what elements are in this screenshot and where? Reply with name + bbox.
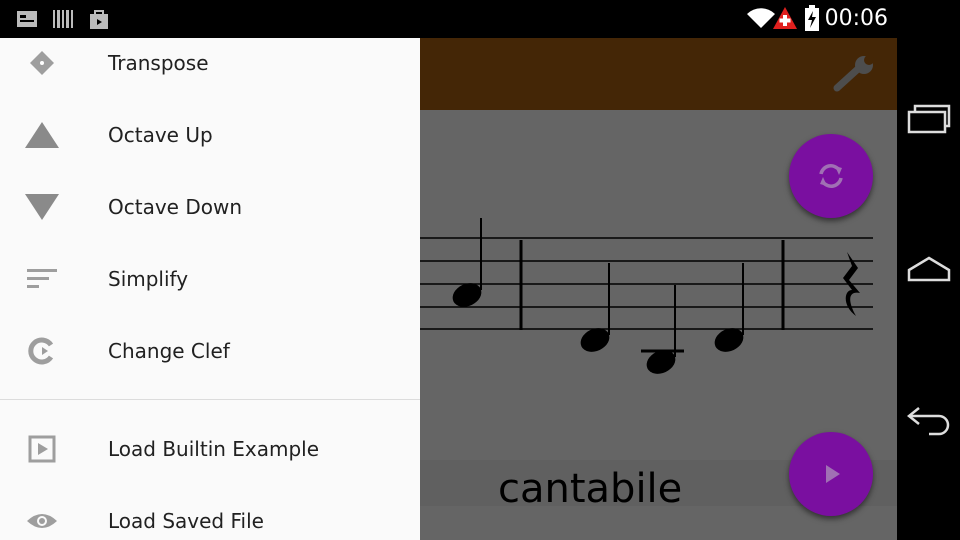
menu-item-label: Load Builtin Example xyxy=(108,437,320,461)
play-box-icon xyxy=(22,429,62,469)
transpose-icon xyxy=(22,43,62,83)
battery-icon xyxy=(805,5,819,31)
simplify-icon xyxy=(22,259,62,299)
navigation-drawer: Transpose Octave Up Octave Down Simplify… xyxy=(0,38,420,540)
menu-item-label: Octave Up xyxy=(108,123,213,147)
menu-item-load-saved-file[interactable]: Load Saved File xyxy=(0,485,420,540)
menu-item-octave-down[interactable]: Octave Down xyxy=(0,171,420,243)
home-icon[interactable] xyxy=(905,252,953,286)
menu-item-label: Simplify xyxy=(108,267,189,291)
divider xyxy=(0,399,420,400)
triangle-down-icon xyxy=(22,187,62,227)
status-bar: 00:06 xyxy=(0,0,960,38)
menu-item-transpose[interactable]: Transpose xyxy=(0,38,420,99)
play-button[interactable] xyxy=(789,432,873,516)
alert-icon xyxy=(773,7,797,29)
change-clef-icon xyxy=(22,331,62,371)
menu-item-load-builtin-example[interactable]: Load Builtin Example xyxy=(0,413,420,485)
menu-item-label: Octave Down xyxy=(108,195,243,219)
triangle-up-icon xyxy=(22,115,62,155)
back-icon[interactable] xyxy=(905,402,953,436)
refresh-button[interactable] xyxy=(789,134,873,218)
eye-icon xyxy=(22,501,62,540)
recents-icon[interactable] xyxy=(905,102,953,136)
refresh-icon xyxy=(819,164,843,188)
menu-item-octave-up[interactable]: Octave Up xyxy=(0,99,420,171)
menu-item-change-clef[interactable]: Change Clef xyxy=(0,315,420,387)
clock: 00:06 xyxy=(824,6,888,31)
play-icon xyxy=(826,465,840,483)
menu-item-label: Change Clef xyxy=(108,339,230,363)
menu-item-simplify[interactable]: Simplify xyxy=(0,243,420,315)
menu-item-label: Load Saved File xyxy=(108,509,264,533)
barcode-icon xyxy=(53,10,73,28)
system-navigation-bar xyxy=(897,38,960,540)
screen-icon xyxy=(17,11,37,27)
menu-item-label: Transpose xyxy=(108,51,209,75)
shopping-bag-icon xyxy=(90,10,108,29)
